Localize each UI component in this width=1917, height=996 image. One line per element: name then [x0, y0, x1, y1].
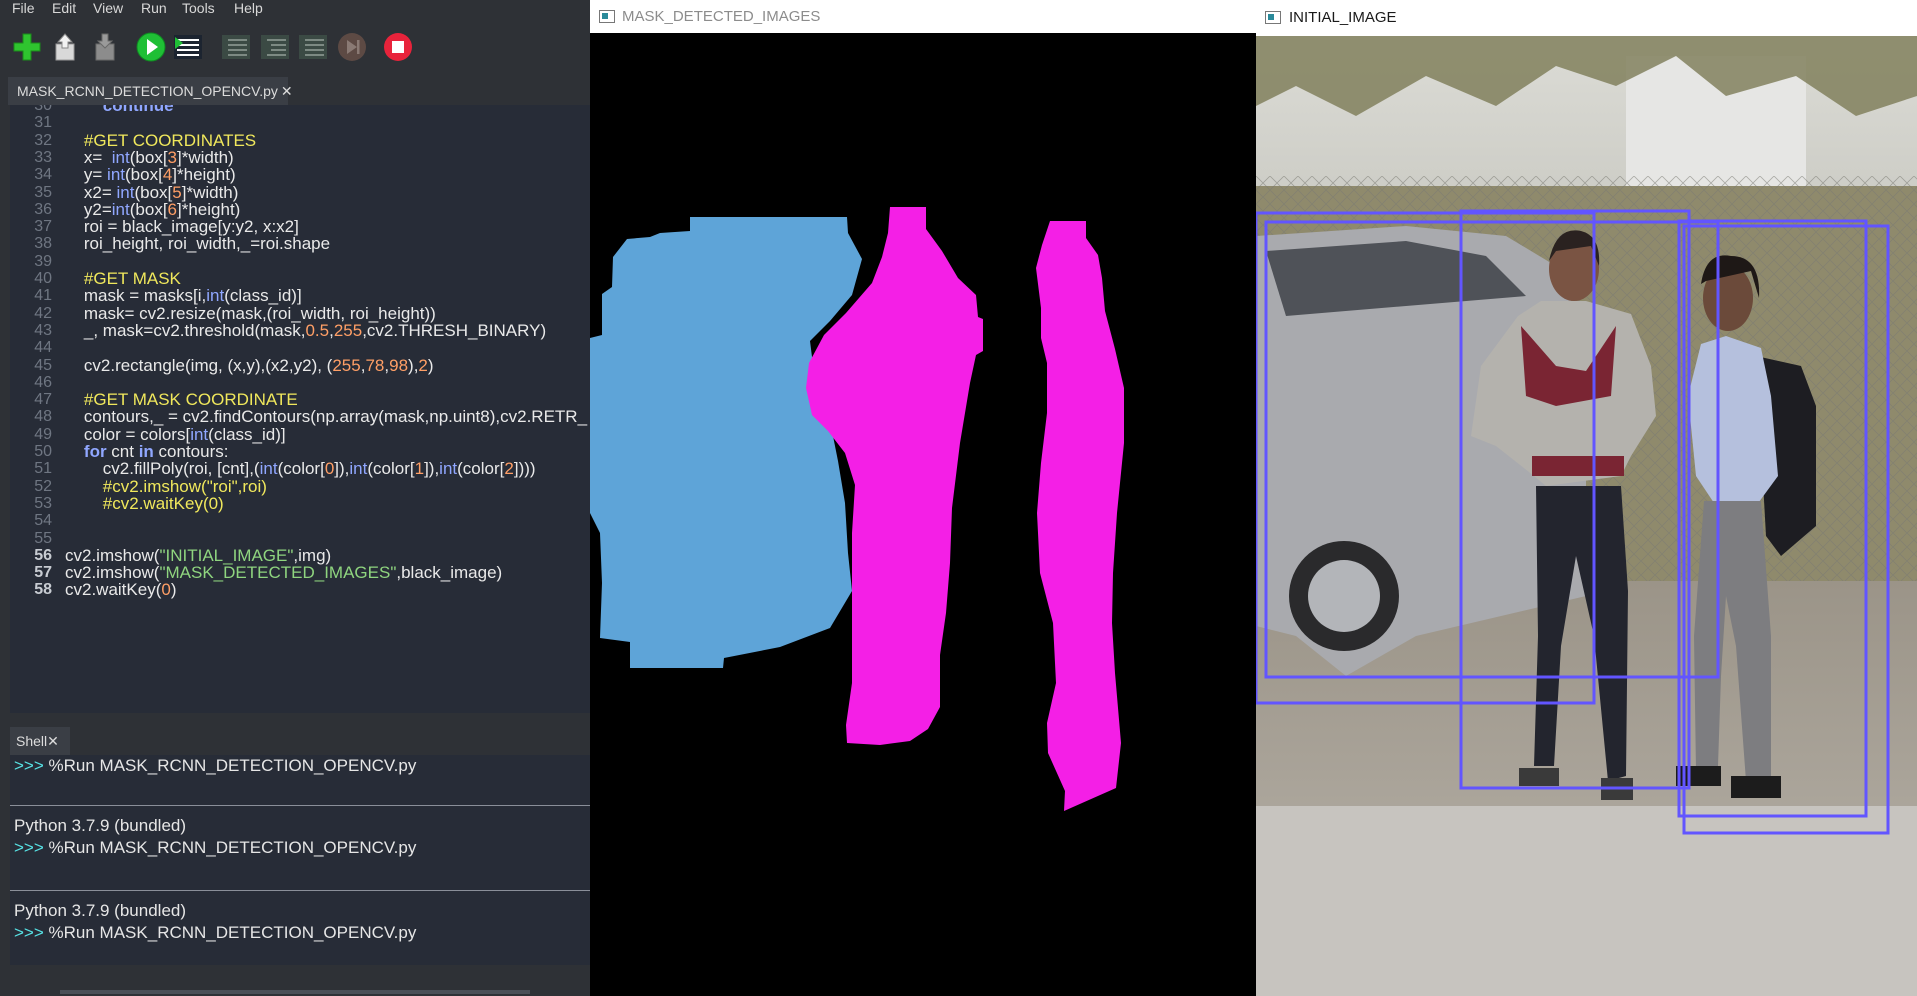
- tab-editor-file[interactable]: MASK_RCNN_DETECTION_OPENCV.py ✕: [8, 77, 293, 105]
- menu-run[interactable]: Run: [141, 0, 167, 16]
- mask-window-title: MASK_DETECTED_IMAGES: [622, 8, 821, 25]
- code-text: cv2.waitKey(0): [65, 580, 177, 600]
- shell-divider: [10, 805, 590, 806]
- menu-edit[interactable]: Edit: [52, 0, 76, 16]
- horizontal-scrollbar[interactable]: [60, 990, 530, 994]
- shell-prompt: >>>: [14, 923, 44, 942]
- menu-file[interactable]: File: [12, 0, 35, 16]
- initial-image-window: INITIAL_IMAGE: [1256, 0, 1917, 996]
- resume-icon[interactable]: [335, 30, 369, 64]
- initial-image-canvas: [1256, 36, 1917, 996]
- shell-run-line: >>> %Run MASK_RCNN_DETECTION_OPENCV.py: [14, 755, 416, 777]
- person-mask-magenta-2: [1036, 221, 1124, 811]
- window-icon: [599, 10, 615, 23]
- menu-view[interactable]: View: [93, 0, 123, 16]
- open-file-icon[interactable]: [48, 30, 82, 64]
- toolbar: [0, 18, 590, 72]
- shell-command: %Run MASK_RCNN_DETECTION_OPENCV.py: [48, 756, 417, 775]
- save-file-icon[interactable]: [88, 30, 122, 64]
- line-number: 58: [34, 581, 52, 599]
- shell-version-line: Python 3.7.9 (bundled): [14, 901, 187, 920]
- thonny-ide-window: File Edit View Run Tools Help MASK_RCNN_…: [0, 0, 590, 996]
- car-wheel-rim: [1308, 560, 1380, 632]
- menu-tools[interactable]: Tools: [182, 0, 215, 16]
- run-icon[interactable]: [134, 30, 168, 64]
- step-over-icon[interactable]: [219, 30, 253, 64]
- person-1-belt-band: [1532, 456, 1624, 476]
- tab-shell-label: Shell: [16, 733, 48, 749]
- shell-version-line: Python 3.7.9 (bundled): [14, 816, 187, 835]
- shell-command: %Run MASK_RCNN_DETECTION_OPENCV.py: [48, 838, 417, 857]
- mask-window-titlebar[interactable]: MASK_DETECTED_IMAGES: [590, 0, 1256, 33]
- step-out-icon[interactable]: [296, 30, 330, 64]
- debug-icon[interactable]: [171, 30, 205, 64]
- mask-detected-images-window: MASK_DETECTED_IMAGES: [590, 0, 1256, 996]
- close-icon[interactable]: ✕: [281, 83, 293, 99]
- shell-run-line: >>> %Run MASK_RCNN_DETECTION_OPENCV.py: [14, 922, 416, 944]
- code-line[interactable]: 58 cv2.waitKey(0): [10, 579, 590, 600]
- stop-icon[interactable]: [381, 30, 415, 64]
- close-icon[interactable]: ✕: [47, 733, 59, 749]
- image-window-title: INITIAL_IMAGE: [1289, 9, 1397, 26]
- new-file-icon[interactable]: [10, 30, 44, 64]
- shell-divider: [10, 890, 590, 891]
- step-into-icon[interactable]: [258, 30, 292, 64]
- code-editor[interactable]: 30 continue 31 32 #GET COORDINATES 33 x= in…: [10, 105, 590, 713]
- person-1-shoe: [1519, 768, 1559, 786]
- person-2-shoe: [1731, 776, 1781, 798]
- tab-shell[interactable]: Shell✕: [10, 727, 70, 755]
- menu-bar: File Edit View Run Tools Help: [0, 0, 590, 17]
- tab-editor-label: MASK_RCNN_DETECTION_OPENCV.py: [17, 83, 278, 99]
- shell-command: %Run MASK_RCNN_DETECTION_OPENCV.py: [48, 923, 417, 942]
- shell-prompt: >>>: [14, 756, 44, 775]
- image-window-titlebar[interactable]: INITIAL_IMAGE: [1256, 0, 1917, 36]
- menu-help[interactable]: Help: [234, 0, 263, 16]
- shell-prompt: >>>: [14, 838, 44, 857]
- shell-panel[interactable]: >>> %Run MASK_RCNN_DETECTION_OPENCV.py P…: [10, 755, 590, 965]
- mask-image-canvas: [590, 207, 1124, 811]
- window-icon: [1265, 11, 1281, 24]
- person-mask-blue: [590, 217, 862, 668]
- shell-run-line: >>> %Run MASK_RCNN_DETECTION_OPENCV.py: [14, 837, 416, 859]
